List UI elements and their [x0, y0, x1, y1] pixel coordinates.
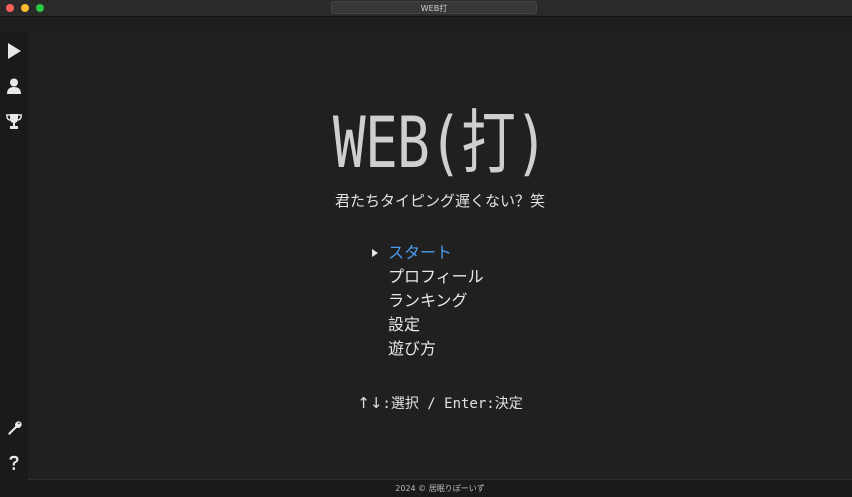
hint-text: :選択 / Enter:決定	[382, 396, 523, 412]
main-menu: スタート プロフィール ランキング 設定 遊び方	[372, 241, 572, 361]
app-logo: WEB(打)	[332, 102, 548, 184]
maximize-window-button[interactable]	[36, 4, 44, 12]
menu-cursor-icon	[372, 249, 378, 257]
sidebar	[0, 33, 28, 496]
menu-item-start[interactable]: スタート	[372, 241, 572, 265]
help-icon[interactable]	[4, 453, 24, 473]
menu-item-label: スタート	[388, 243, 453, 262]
window-title: WEB打	[331, 1, 537, 14]
tagline: 君たちタイピング遅くない？笑	[334, 192, 545, 210]
play-icon[interactable]	[4, 41, 24, 61]
menu-item-profile[interactable]: プロフィール	[372, 265, 572, 289]
window-titlebar: WEB打	[0, 0, 852, 17]
user-icon[interactable]	[4, 76, 24, 96]
menu-item-label: 遊び方	[388, 339, 437, 358]
menu-item-settings[interactable]: 設定	[372, 313, 572, 337]
trophy-icon[interactable]	[4, 111, 24, 131]
menu-item-label: 設定	[388, 315, 421, 334]
toolbar-strip	[0, 17, 852, 33]
menu-item-ranking[interactable]: ランキング	[372, 289, 572, 313]
footer-copyright: 2024 © 居眠りぽーいず	[28, 479, 852, 496]
menu-item-how-to-play[interactable]: 遊び方	[372, 337, 572, 361]
menu-item-label: ランキング	[388, 291, 468, 310]
close-window-button[interactable]	[6, 4, 14, 12]
minimize-window-button[interactable]	[21, 4, 29, 12]
wrench-icon[interactable]	[4, 418, 24, 438]
hint-arrows: ↑↓	[357, 394, 383, 412]
menu-item-label: プロフィール	[388, 267, 484, 286]
controls-hint: ↑↓:選択 / Enter:決定	[28, 393, 852, 413]
main-content: WEB(打) 君たちタイピング遅くない？笑 スタート プロフィール ランキング …	[28, 33, 852, 479]
